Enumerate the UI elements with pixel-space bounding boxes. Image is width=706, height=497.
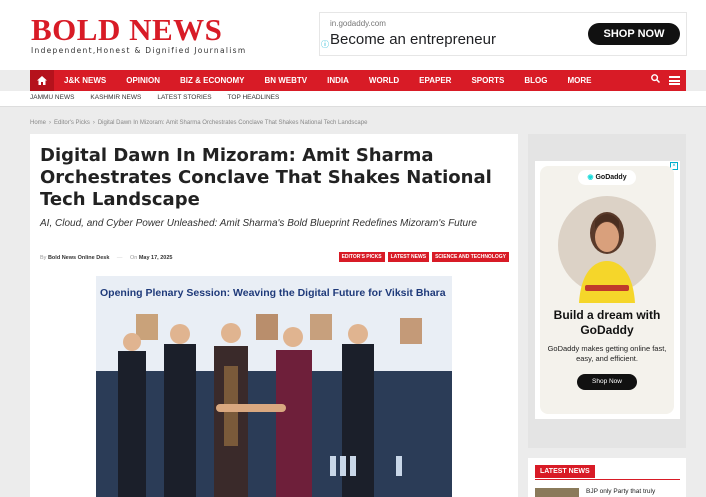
godaddy-ad[interactable]: × ◉ GoDaddy Build a dream with GoDaddy G… [535,161,680,419]
article-date: May 17, 2025 [138,255,173,261]
article-photo-illustration: Opening Plenary Session: Weaving the Dig… [96,276,452,497]
top-ad-banner[interactable]: in.godaddy.com Become an entrepreneur ⓘ … [319,12,687,56]
nav-item-biz-economy[interactable]: BIZ & ECONOMY [170,70,254,91]
latest-news-widget: LATEST NEWS BJP only Party that truly [528,458,686,497]
godaddy-logo-icon: ◉ [587,174,594,181]
nav-item-sports[interactable]: SPORTS [461,70,514,91]
article-meta: By Bold News Online Desk — On May 17, 20… [40,255,173,261]
nav-item-blog[interactable]: BLOG [514,70,557,91]
sub-navbar: JAMMU NEWS KASHMIR NEWS LATEST STORIES TOP … [0,91,706,107]
nav-item-india[interactable]: INDIA [317,70,359,91]
photo-banner-text: Opening Plenary Session: Weaving the Dig… [100,287,446,299]
godaddy-ad-inner: ◉ GoDaddy Build a dream with GoDaddy GoD… [540,166,674,414]
meta-on-label: On [129,255,138,261]
subnav-item-jammu-news[interactable]: JAMMU NEWS [30,91,74,105]
godaddy-ad-image [558,196,656,303]
nav-item-world[interactable]: WORLD [359,70,409,91]
subnav-item-kashmir-news[interactable]: KASHMIR NEWS [90,91,141,105]
tag-science-technology[interactable]: SCIENCE AND TECHNOLOGY [432,252,509,262]
article-title: Digital Dawn In Mizoram: Amit Sharma Orc… [40,145,492,210]
latest-news-divider [535,479,680,480]
nav-item-more[interactable]: MORE [557,70,601,91]
godaddy-brand: GoDaddy [595,174,627,181]
nav-item-opinion[interactable]: OPINION [116,70,170,91]
breadcrumb-current: Digital Dawn In Mizoram: Amit Sharma Orc… [97,120,368,126]
latest-news-heading: LATEST NEWS [535,465,595,478]
sidebar-ad-container: × ◉ GoDaddy Build a dream with GoDaddy G… [528,134,686,448]
breadcrumb-home[interactable]: Home [30,120,46,126]
ad-info-icon[interactable]: ⓘ [321,39,329,50]
godaddy-logo: ◉ GoDaddy [578,170,636,185]
latest-news-thumbnail[interactable] [535,488,579,497]
article-subtitle: AI, Cloud, and Cyber Power Unleashed: Am… [40,218,477,229]
subnav-item-top-headlines[interactable]: TOP HEADLINES [228,91,280,105]
site-tagline: Independent,Honest & Dignified Journalis… [31,46,247,55]
ad-headline[interactable]: Become an entrepreneur [330,31,496,48]
article-photo: Opening Plenary Session: Weaving the Dig… [96,276,452,497]
site-logo[interactable]: BOLD NEWS [31,14,222,46]
breadcrumb-category[interactable]: Editor's Picks [54,120,90,126]
subnav-item-latest-stories[interactable]: LATEST STORIES [157,91,211,105]
home-icon[interactable] [30,70,54,91]
main-navbar: J&K NEWS OPINION BIZ & ECONOMY BN WEBTV INDI… [30,70,686,91]
nav-item-epaper[interactable]: EPAPER [409,70,461,91]
nav-item-bn-webtv[interactable]: BN WEBTV [254,70,317,91]
godaddy-shop-button[interactable]: Shop Now [577,374,637,390]
hamburger-menu-icon[interactable] [669,76,680,85]
article-author[interactable]: Bold News Online Desk [48,255,109,261]
tag-editors-picks[interactable]: EDITOR'S PICKS [338,252,385,262]
godaddy-ad-text: GoDaddy makes getting online fast, easy,… [547,344,667,363]
breadcrumb: Home › Editor's Picks › Digital Dawn In Mizo… [30,120,367,126]
meta-by-label: By [40,255,47,261]
site-header: BOLD NEWS Independent,Honest & Dignified… [0,0,706,70]
tag-latest-news[interactable]: LATEST NEWS [387,252,430,262]
nav-item-j-k-news[interactable]: J&K NEWS [54,70,116,91]
nav-items: J&K NEWS OPINION BIZ & ECONOMY BN WEBTV INDI… [54,70,601,91]
article-tags: EDITOR'S PICKS LATEST NEWS SCIENCE AND T… [338,252,509,262]
ad-shop-button[interactable]: SHOP NOW [588,23,680,45]
search-icon[interactable] [651,70,661,91]
latest-news-item[interactable]: BJP only Party that truly [586,488,655,495]
subnav-items: JAMMU NEWS KASHMIR NEWS LATEST STORIES TOP … [30,91,295,105]
breadcrumb-separator-icon: › [49,120,52,126]
article-card: Digital Dawn In Mizoram: Amit Sharma Orc… [30,134,518,497]
godaddy-ad-headline: Build a dream with GoDaddy [553,308,661,337]
breadcrumb-separator-icon: › [92,120,95,126]
ad-domain: in.godaddy.com [330,19,386,28]
